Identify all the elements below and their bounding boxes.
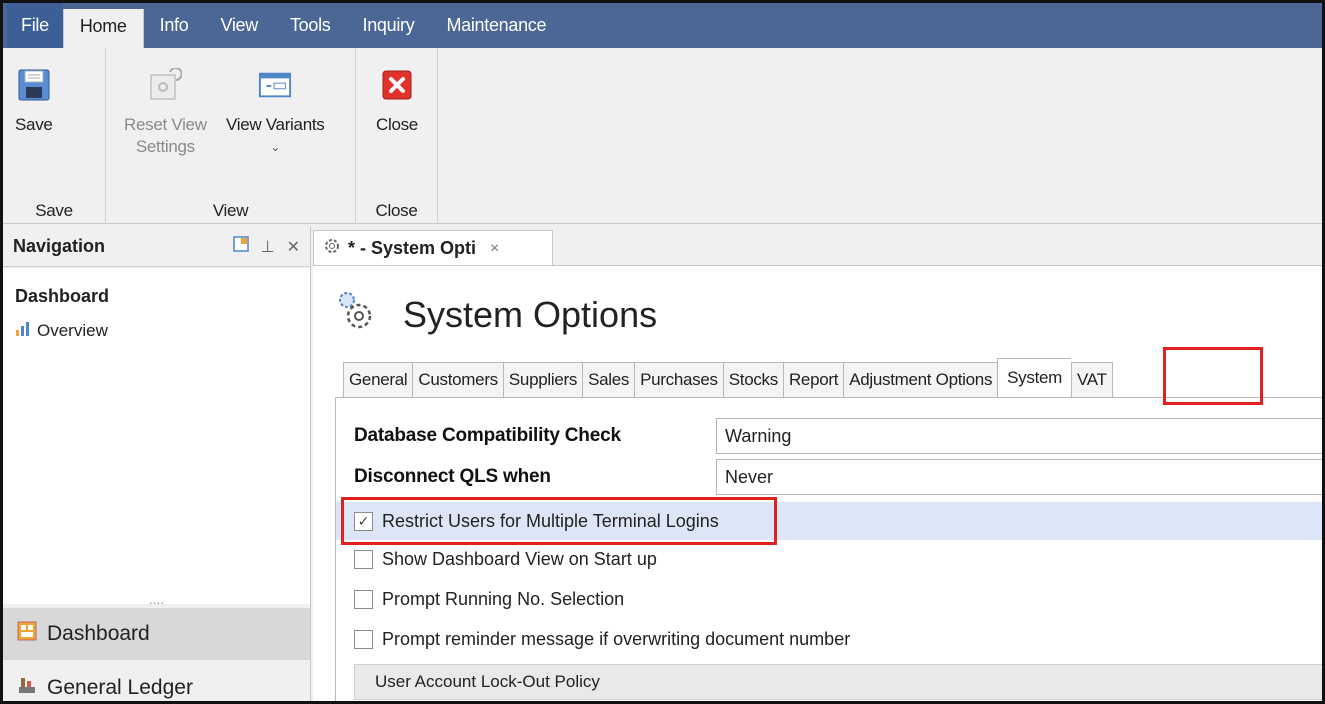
show-dashboard-checkbox[interactable] (354, 549, 373, 569)
view-variants-button[interactable]: View Variants ⌄ (226, 68, 325, 158)
reset-view-label-1: Reset View (124, 115, 207, 134)
close-icon (380, 68, 414, 102)
menu-tools[interactable]: Tools (274, 3, 347, 48)
reset-view-settings-button[interactable]: Reset View Settings (124, 68, 207, 158)
ribbon-group-save: Save Save (3, 48, 106, 224)
prompt-reminder-label: Prompt reminder message if overwriting d… (382, 628, 851, 649)
menu-maintenance[interactable]: Maintenance (430, 3, 562, 48)
menu-inquiry[interactable]: Inquiry (347, 3, 431, 48)
prompt-reminder-row[interactable]: Prompt reminder message if overwriting d… (336, 620, 1322, 658)
chevron-down-icon: ⌄ (270, 140, 281, 154)
menu-info[interactable]: Info (144, 3, 205, 48)
disconnect-qls-row: Disconnect QLS when Never (354, 459, 1322, 495)
nav-item-dashboard[interactable]: Dashboard (3, 608, 310, 660)
prompt-reminder-checkbox[interactable] (354, 629, 373, 649)
gear-icon (322, 236, 342, 261)
page-title-text: System Options (403, 293, 658, 335)
ribbon-group-view: Reset View Settings View Variants ⌄ View (106, 48, 356, 224)
document-tab-label: * - System Opti (348, 238, 477, 258)
menu-home[interactable]: Home (62, 9, 144, 48)
tab-purchases[interactable]: Purchases (634, 362, 723, 398)
close-button[interactable]: Close (376, 68, 418, 136)
ribbon-group-close-label: Close (375, 201, 418, 220)
prompt-running-no-label: Prompt Running No. Selection (382, 588, 625, 609)
menu-file[interactable]: File (7, 3, 63, 48)
restrict-users-label: Restrict Users for Multiple Terminal Log… (382, 510, 719, 531)
disconnect-qls-field[interactable]: Never (716, 459, 1322, 495)
nav-item-dashboard-label: Dashboard (47, 622, 150, 645)
navigation-body: Dashboard Overview (3, 268, 310, 604)
nav-item-general-ledger-label: General Ledger (47, 676, 193, 699)
restrict-users-checkbox[interactable]: ✓ (354, 511, 373, 531)
close-button-label: Close (376, 115, 418, 134)
overview-link[interactable]: Overview (3, 307, 310, 341)
save-button-label: Save (15, 115, 53, 134)
system-options-content: System Options General Customers Supplie… (313, 265, 1322, 701)
bar-chart-icon (15, 321, 31, 341)
reset-view-icon (148, 68, 183, 102)
prompt-running-no-row[interactable]: Prompt Running No. Selection (336, 580, 1322, 618)
page-title: System Options (333, 288, 657, 341)
ribbon: Save Save Reset View Settings View Varia… (3, 48, 1322, 224)
view-variants-label: View Variants (226, 115, 325, 134)
document-tab-close-icon[interactable]: × (490, 240, 499, 258)
save-button[interactable]: Save (15, 68, 53, 136)
prompt-running-no-checkbox[interactable] (354, 589, 373, 609)
lockout-policy-group-header[interactable]: User Account Lock-Out Policy (354, 664, 1322, 700)
view-variants-icon (258, 68, 292, 102)
tab-general[interactable]: General (343, 362, 413, 398)
ribbon-group-view-label: View (212, 201, 249, 220)
ledger-icon (17, 675, 37, 701)
tab-vat[interactable]: VAT (1071, 362, 1113, 398)
settings-gears-icon (333, 288, 377, 341)
tab-customers[interactable]: Customers (412, 362, 503, 398)
show-dashboard-row[interactable]: Show Dashboard View on Start up (336, 540, 1322, 578)
nav-item-general-ledger[interactable]: General Ledger (3, 662, 310, 701)
ribbon-group-save-label: Save (35, 201, 73, 220)
disconnect-qls-label: Disconnect QLS when (354, 466, 551, 487)
tab-stocks[interactable]: Stocks (722, 362, 783, 398)
nav-splitter[interactable]: .... (3, 591, 310, 607)
navigation-section-title: Dashboard (15, 286, 110, 306)
restrict-users-row[interactable]: ✓ Restrict Users for Multiple Terminal L… (336, 502, 1322, 540)
tab-system[interactable]: System (997, 358, 1072, 398)
tab-report[interactable]: Report (782, 362, 844, 398)
navigation-header: Navigation ⊥ ✕ (3, 227, 310, 267)
menu-bar: File Home Info View Tools Inquiry Mainte… (3, 3, 1322, 48)
tab-adjustment-options[interactable]: Adjustment Options (843, 362, 998, 398)
document-tab-system-options[interactable]: * - System Opti × (313, 230, 553, 266)
db-compatibility-field[interactable]: Warning (716, 418, 1322, 454)
pin-icon[interactable]: ⊥ (261, 237, 275, 257)
panel-options-icon[interactable] (232, 236, 249, 257)
save-icon (17, 68, 51, 102)
tab-suppliers[interactable]: Suppliers (502, 362, 583, 398)
navigation-title: Navigation (13, 236, 106, 256)
options-tab-strip: General Customers Suppliers Sales Purcha… (343, 358, 1113, 398)
close-icon[interactable]: ✕ (287, 237, 300, 257)
application-window: File Home Info View Tools Inquiry Mainte… (0, 0, 1325, 704)
menu-view[interactable]: View (204, 3, 274, 48)
ribbon-group-close: Close Close (356, 48, 438, 224)
overview-label: Overview (37, 321, 108, 340)
reset-view-label-2: Settings (135, 137, 195, 156)
db-compatibility-label: Database Compatibility Check (354, 425, 621, 446)
system-tab-panel: Database Compatibility Check Warning Dis… (335, 397, 1322, 701)
db-compatibility-row: Database Compatibility Check Warning (354, 418, 1322, 454)
show-dashboard-label: Show Dashboard View on Start up (382, 548, 657, 569)
tab-sales[interactable]: Sales (582, 362, 635, 398)
dashboard-icon (17, 621, 37, 647)
